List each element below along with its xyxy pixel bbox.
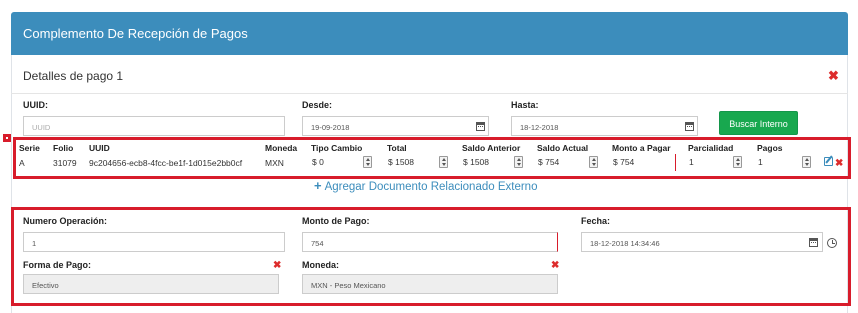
desde-label: Desde: <box>302 100 333 110</box>
monto-pago-input[interactable]: 754 <box>302 232 558 252</box>
hasta-input[interactable]: 18-12-2018 <box>511 116 698 136</box>
numero-operacion-label: Numero Operación: <box>23 216 108 226</box>
hasta-label: Hasta: <box>511 100 539 110</box>
monto-a-pagar-edge <box>675 154 676 171</box>
panel-title: Complemento De Recepción de Pagos <box>23 26 248 41</box>
buscar-interno-button[interactable]: Buscar Interno <box>719 111 798 135</box>
close-detalle-icon[interactable]: ✖ <box>828 69 839 82</box>
pagos-spinner-icon[interactable] <box>802 156 811 168</box>
col-monto-a-pagar: Monto a Pagar <box>612 143 671 153</box>
cell-uuid: 9c204656-ecb8-4fcc-be1f-1d015e2bb0cf <box>89 158 243 168</box>
calendar-icon[interactable] <box>809 238 818 247</box>
cell-moneda: MXN <box>265 158 284 168</box>
col-pagos: Pagos <box>757 143 783 153</box>
clear-moneda-icon[interactable]: ✖ <box>551 259 559 272</box>
calendar-icon[interactable] <box>685 122 694 131</box>
uuid-label: UUID: <box>23 100 48 110</box>
fecha-input[interactable]: 18-12-2018 14:34:46 <box>581 232 823 252</box>
monto-a-pagar-input[interactable]: $ 754 <box>611 154 673 171</box>
col-moneda: Moneda <box>265 143 298 153</box>
col-saldo-actual: Saldo Actual <box>537 143 589 153</box>
total-spinner-icon[interactable] <box>439 156 448 168</box>
edit-icon[interactable] <box>824 157 833 166</box>
col-total: Total <box>387 143 407 153</box>
divider <box>11 93 848 94</box>
col-uuid: UUID <box>89 143 110 153</box>
col-parcialidad: Parcialidad <box>688 143 734 153</box>
forma-pago-field: Efectivo <box>23 274 279 294</box>
agregar-documento-link[interactable]: + Agregar Documento Relacionado Externo <box>314 178 537 193</box>
numero-operacion-input[interactable]: 1 <box>23 232 285 252</box>
moneda-label: Moneda: <box>302 260 339 270</box>
clock-icon[interactable] <box>827 238 837 248</box>
moneda-field: MXN - Peso Mexicano <box>302 274 558 294</box>
clear-forma-pago-icon[interactable]: ✖ <box>273 259 281 272</box>
agregar-documento-label: Agregar Documento Relacionado Externo <box>324 181 538 193</box>
saldo-anterior-spinner-icon[interactable] <box>514 156 523 168</box>
fecha-label: Fecha: <box>581 216 611 226</box>
uuid-input[interactable]: UUID <box>23 116 285 136</box>
monto-pago-label: Monto de Pago: <box>302 216 370 226</box>
saldo-actual-spinner-icon[interactable] <box>589 156 598 168</box>
uuid-placeholder: UUID <box>32 123 51 132</box>
col-saldo-anterior: Saldo Anterior <box>462 143 521 153</box>
marker-dot <box>3 134 11 142</box>
panel-header: Complemento De Recepción de Pagos <box>11 12 848 55</box>
detalle-title: Detalles de pago 1 <box>23 69 124 83</box>
col-folio: Folio <box>53 143 74 153</box>
page-root: Complemento De Recepción de Pagos Detall… <box>0 0 858 313</box>
forma-pago-label: Forma de Pago: <box>23 260 92 270</box>
cell-folio: 31079 <box>53 158 77 168</box>
tipo-cambio-spinner-icon[interactable] <box>363 156 372 168</box>
col-tipo-cambio: Tipo Cambio <box>311 143 363 153</box>
calendar-icon[interactable] <box>476 122 485 131</box>
parcialidad-spinner-icon[interactable] <box>733 156 742 168</box>
desde-input[interactable]: 19-09-2018 <box>302 116 489 136</box>
col-serie: Serie <box>19 143 40 153</box>
cell-serie: A <box>19 158 25 168</box>
delete-row-icon[interactable]: ✖ <box>835 157 843 170</box>
plus-icon: + <box>314 178 322 193</box>
